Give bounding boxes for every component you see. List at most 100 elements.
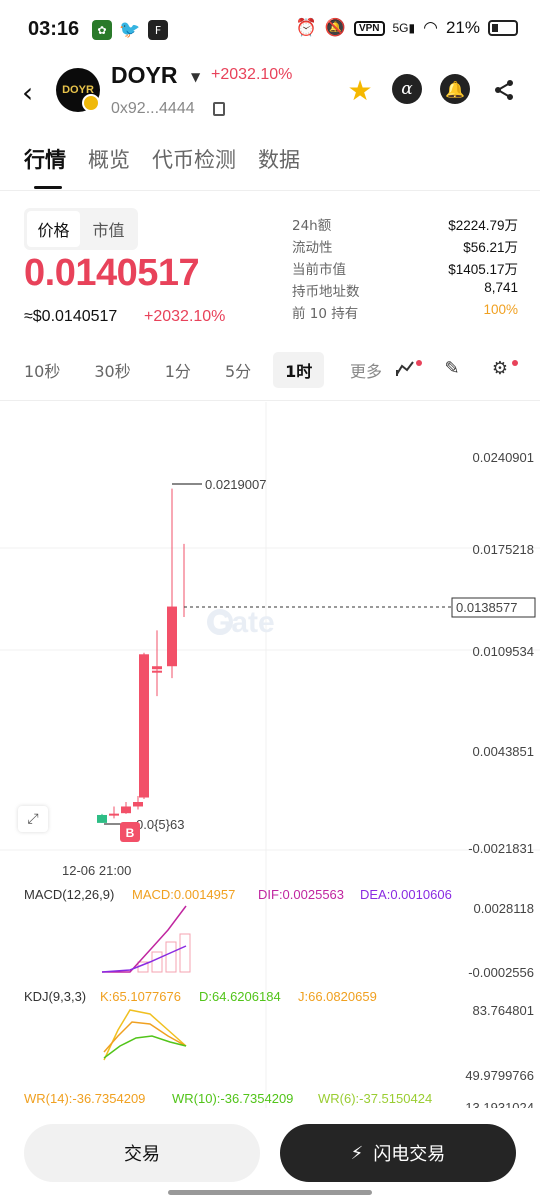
lightning-icon: ⚡ xyxy=(350,1142,364,1164)
tab-market[interactable]: 行情 xyxy=(24,144,66,189)
candle-body xyxy=(133,801,143,807)
price-axis-label: 0.0240901 xyxy=(473,450,534,465)
status-right: ⏰ 🔕 VPN 5G▮ ◠ 21% xyxy=(296,18,518,38)
caret-down-icon[interactable]: ▼ xyxy=(191,70,200,84)
candle-body xyxy=(152,666,162,670)
vpn-icon: VPN xyxy=(353,20,385,36)
price-axis-label: 0.0175218 xyxy=(473,542,534,557)
current-price-label: 0.0138577 xyxy=(456,600,517,615)
wr6-value: WR(6):-37.5150424 xyxy=(318,1091,432,1106)
token-name[interactable]: DOYR xyxy=(111,62,177,89)
battery-icon xyxy=(488,20,518,36)
divider xyxy=(0,400,540,401)
notification-icons: ✿ 🐦 F xyxy=(92,20,168,40)
share-icon[interactable] xyxy=(488,74,520,106)
d-value: D:64.6206184 xyxy=(199,989,281,1004)
stat-value: 8,741 xyxy=(484,280,518,295)
stat-value: 100% xyxy=(483,302,518,317)
stat-label: 前 10 持有 xyxy=(292,306,359,322)
star-icon[interactable]: ★ xyxy=(344,74,376,107)
interval-10s[interactable]: 10秒 xyxy=(24,358,60,382)
high-price-label: 0.0219007 xyxy=(205,477,266,492)
bell-add-icon[interactable]: 🔔 xyxy=(440,74,470,104)
j-line xyxy=(103,1009,187,1061)
stats-panel: 24h额 $2224.79万 流动性 $56.21万 当前市值 $1405.17万 持… xyxy=(292,214,518,324)
stat-label: 当前市值 xyxy=(292,262,346,278)
stat-row: 当前市值 $1405.17万 xyxy=(292,258,518,280)
tab-token-check[interactable]: 代币检测 xyxy=(152,144,236,174)
alarm-icon: ⏰ xyxy=(295,18,317,37)
settings-dot xyxy=(512,360,518,366)
stat-value: $56.21万 xyxy=(463,240,518,255)
macd-histogram xyxy=(137,933,191,973)
macd-name: MACD(12,26,9) xyxy=(24,887,114,902)
twitter-icon: 🐦 xyxy=(119,20,141,40)
settings-gear-icon[interactable]: ⚙ xyxy=(488,356,512,380)
price-axis-label: 0.0043851 xyxy=(473,744,534,759)
more-intervals[interactable]: 更多 xyxy=(350,358,390,382)
usd-price: ≈$0.0140517 xyxy=(24,308,118,325)
token-change: +2032.10% xyxy=(211,66,293,83)
low-price-label: 0.0{5}63 xyxy=(136,817,184,832)
interval-30s[interactable]: 30秒 xyxy=(94,358,130,382)
expand-chart-icon[interactable]: ⤢ xyxy=(18,806,48,832)
flash-trade-button[interactable]: ⚡ 闪电交易 xyxy=(280,1124,516,1182)
kdj-axis-label: 83.764801 xyxy=(473,1003,534,1018)
indicator-dot xyxy=(416,360,422,366)
interval-1h[interactable]: 1时 xyxy=(273,352,325,388)
candles xyxy=(97,488,185,823)
candle-body xyxy=(109,813,119,816)
kdj-axis-label: 49.9799766 xyxy=(465,1068,534,1083)
interval-1m[interactable]: 1分 xyxy=(165,358,191,382)
dea-line xyxy=(101,945,187,973)
price-mcap-toggle: 价格 市值 xyxy=(24,208,138,250)
home-indicator xyxy=(168,1190,372,1195)
candle-body xyxy=(97,814,107,823)
mute-icon: 🔕 xyxy=(324,18,346,37)
copy-icon[interactable] xyxy=(213,102,225,116)
trade-button[interactable]: 交易 xyxy=(24,1124,260,1182)
indicator-icon[interactable] xyxy=(394,356,418,380)
stat-value: $1405.17万 xyxy=(448,262,518,277)
main-tabs: 行情 概览 代币检测 数据 xyxy=(24,144,300,189)
candle-body xyxy=(167,606,177,667)
price-axis-label: -0.0021831 xyxy=(468,841,534,856)
stat-label: 持币地址数 xyxy=(292,284,360,300)
kdj-name: KDJ(9,3,3) xyxy=(24,989,86,1004)
buy-marker-label: B xyxy=(126,826,135,840)
kline-chart[interactable]: Gate 0.0240901 0.0175218 0.0109534 0.004… xyxy=(0,402,540,1112)
stat-row: 前 10 持有 100% xyxy=(292,302,518,324)
usd-change: +2032.10% xyxy=(144,308,226,325)
battery-percent: 21% xyxy=(445,18,480,37)
time-axis-label: 12-06 21:00 xyxy=(62,863,131,878)
status-bar: 03:16 ✿ 🐦 F ⏰ 🔕 VPN 5G▮ ◠ 21% xyxy=(0,0,540,62)
app-notification-icon: ✿ xyxy=(92,20,112,40)
current-price: 0.0140517 xyxy=(24,252,200,294)
dea-value: DEA:0.0010606 xyxy=(360,887,452,902)
j-value: J:66.0820659 xyxy=(298,989,377,1004)
tab-data[interactable]: 数据 xyxy=(258,144,300,174)
dif-value: DIF:0.0025563 xyxy=(258,887,344,902)
k-value: K:65.1077676 xyxy=(100,989,181,1004)
contract-address: 0x92...4444 xyxy=(111,100,195,117)
wr10-value: WR(10):-36.7354209 xyxy=(172,1091,293,1106)
tab-overview[interactable]: 概览 xyxy=(88,144,130,174)
draw-pen-icon[interactable]: ✎ xyxy=(440,356,464,380)
toggle-market-cap[interactable]: 市值 xyxy=(82,211,135,247)
back-icon[interactable]: ‹ xyxy=(22,76,33,109)
signal-icon: 5G▮ xyxy=(392,21,416,35)
macd-axis-label: 0.0028118 xyxy=(474,901,535,916)
macd-axis-label: -0.0002556 xyxy=(468,965,534,980)
stat-row: 流动性 $56.21万 xyxy=(292,236,518,258)
interval-5m[interactable]: 5分 xyxy=(225,358,251,382)
divider xyxy=(0,190,540,191)
alpha-icon[interactable]: α xyxy=(392,74,422,104)
stat-label: 流动性 xyxy=(292,240,333,256)
wr14-value: WR(14):-36.7354209 xyxy=(24,1091,145,1106)
chain-badge-icon xyxy=(82,94,100,112)
stat-value: $2224.79万 xyxy=(448,218,518,233)
toggle-price[interactable]: 价格 xyxy=(27,211,80,247)
flash-trade-label: 闪电交易 xyxy=(373,1144,446,1165)
candle-body xyxy=(121,806,131,814)
macd-value: MACD:0.0014957 xyxy=(132,887,235,902)
